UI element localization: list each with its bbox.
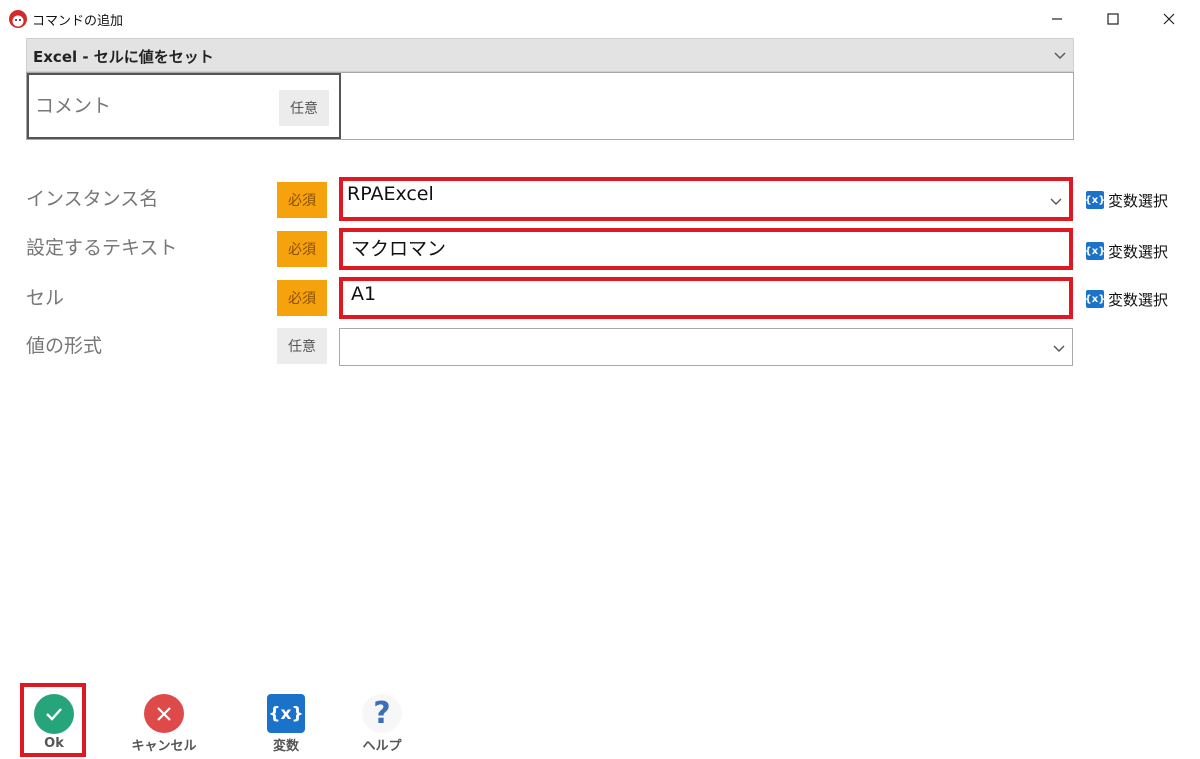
ok-label: Ok: [44, 736, 64, 751]
value-format-dropdown[interactable]: [339, 328, 1073, 366]
cancel-label: キャンセル: [131, 739, 197, 754]
close-icon: [1163, 13, 1175, 25]
help-button[interactable]: ? ヘルプ: [342, 694, 422, 754]
variable-select-link[interactable]: {x} 変数選択: [1085, 189, 1169, 211]
maximize-button[interactable]: [1098, 6, 1128, 32]
cancel-x-icon: [144, 694, 184, 733]
check-icon: [34, 694, 74, 734]
close-button[interactable]: [1154, 6, 1184, 32]
ok-button[interactable]: Ok: [14, 694, 94, 754]
cell-label: セル: [26, 287, 65, 309]
chevron-down-icon: [1050, 198, 1062, 205]
command-type-dropdown[interactable]: Excel - セルに値をセット: [26, 38, 1074, 72]
instance-name-dropdown[interactable]: RPAExcel: [339, 177, 1073, 221]
chevron-down-icon: [1053, 345, 1065, 352]
maximize-icon: [1107, 13, 1119, 25]
comment-label: コメント: [35, 95, 112, 117]
text-to-set-value: マクロマン: [351, 238, 447, 260]
variable-select-label: 変数選択: [1108, 242, 1169, 261]
instance-name-label: インスタンス名: [26, 188, 159, 210]
variable-braces-icon: {x}: [267, 694, 305, 733]
variable-icon: {x}: [1085, 242, 1105, 260]
command-type-value: Excel - セルに値をセット: [33, 48, 214, 66]
required-badge: 必須: [277, 231, 327, 267]
chevron-down-icon: [1054, 52, 1066, 59]
cell-input[interactable]: A1: [339, 277, 1073, 319]
text-to-set-label: 設定するテキスト: [26, 237, 178, 259]
variable-select-label: 変数選択: [1108, 290, 1169, 309]
instance-name-value: RPAExcel: [347, 183, 434, 205]
window-title: コマンドの追加: [32, 14, 124, 29]
minimize-button[interactable]: [1042, 6, 1072, 32]
variable-select-link[interactable]: {x} 変数選択: [1085, 288, 1169, 310]
variable-select-label: 変数選択: [1108, 191, 1169, 210]
required-badge: 必須: [277, 280, 327, 316]
cancel-button[interactable]: キャンセル: [124, 694, 204, 754]
value-format-label: 値の形式: [26, 335, 103, 357]
variable-icon: {x}: [1085, 191, 1105, 209]
comment-input[interactable]: コメント 任意: [26, 72, 1074, 140]
title-bar: コマンドの追加: [0, 0, 1200, 38]
variable-icon: {x}: [1085, 290, 1105, 308]
app-logo-icon: [9, 10, 27, 28]
optional-badge: 任意: [279, 90, 329, 126]
variable-select-link[interactable]: {x} 変数選択: [1085, 240, 1169, 262]
help-label: ヘルプ: [362, 739, 402, 754]
comment-label-box: コメント 任意: [27, 73, 341, 139]
required-badge: 必須: [277, 182, 327, 218]
cell-value: A1: [351, 283, 377, 305]
help-question-icon: ?: [362, 694, 402, 733]
variable-label: 変数: [272, 739, 299, 754]
optional-badge: 任意: [277, 328, 327, 364]
text-to-set-input[interactable]: マクロマン: [339, 228, 1073, 270]
variable-button[interactable]: {x} 変数: [246, 694, 326, 754]
minimize-icon: [1052, 18, 1062, 20]
